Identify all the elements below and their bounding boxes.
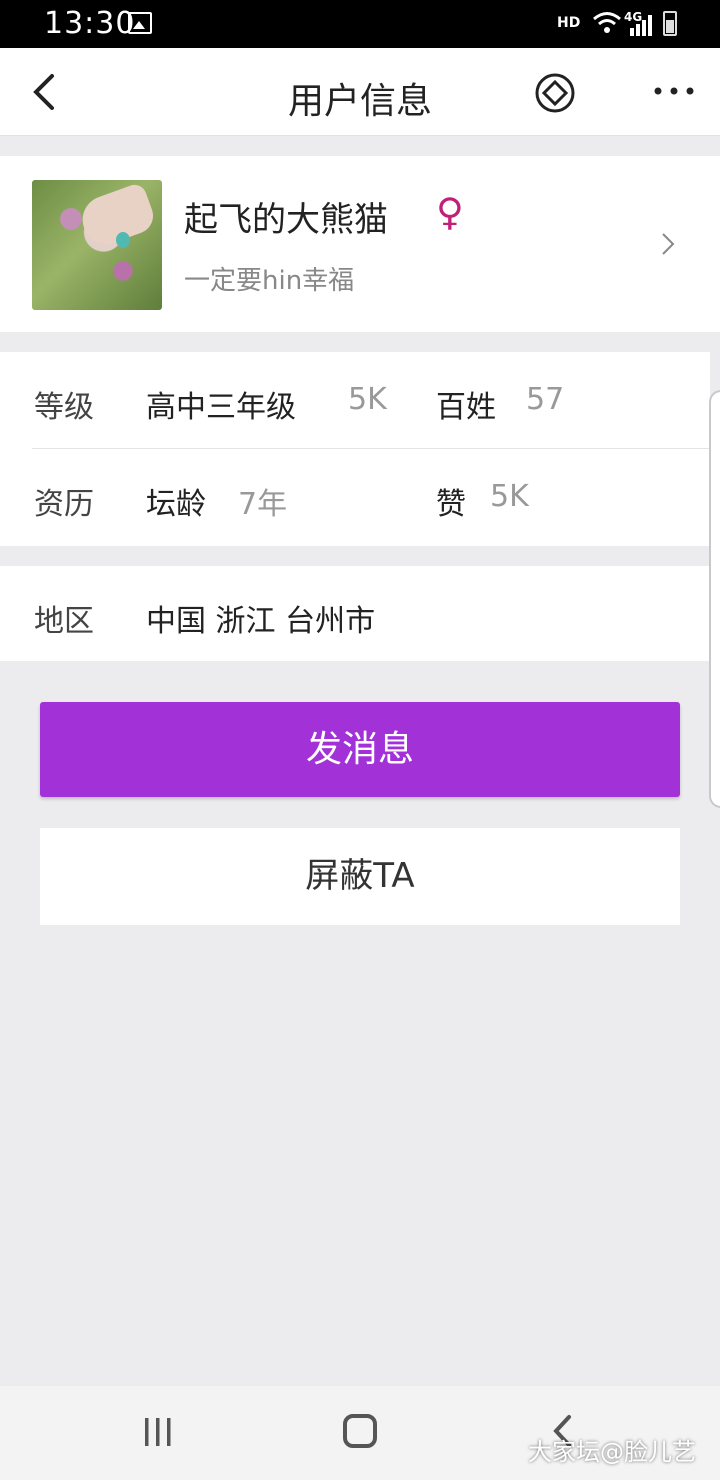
diamond-icon[interactable] — [534, 72, 576, 114]
region-card: 地区 中国 浙江 台州市 — [0, 566, 710, 661]
region-value: 中国 浙江 台州市 — [146, 604, 376, 639]
likes-count: 5K — [490, 479, 529, 514]
avatar[interactable] — [32, 180, 162, 310]
gallery-notification-icon — [128, 12, 152, 34]
signal-icon — [630, 15, 652, 36]
forum-age-label: 坛龄 — [146, 487, 206, 522]
history-row: 资历 坛龄 7年 赞 5K — [0, 449, 710, 545]
avatar-bead-shape — [116, 232, 130, 248]
forum-age-value: 7年 — [238, 487, 288, 522]
level-count: 5K — [348, 382, 387, 417]
send-message-button[interactable]: 发消息 — [40, 702, 680, 797]
stats-card: 等级 高中三年级 5K 百姓 57 资历 坛龄 7年 赞 5K — [0, 352, 710, 546]
battery-icon — [663, 11, 677, 36]
level-label: 等级 — [34, 390, 94, 425]
username: 起飞的大熊猫 — [184, 200, 388, 240]
hd-indicator: HD — [557, 15, 581, 31]
profile-card[interactable]: 起飞的大熊猫 ♀ 一定要hin幸福 — [0, 156, 720, 332]
female-gender-icon: ♀ — [436, 190, 464, 234]
page-title: 用户信息 — [287, 81, 432, 122]
more-options-icon[interactable] — [652, 76, 696, 106]
region-label: 地区 — [34, 604, 94, 639]
wifi-icon — [593, 12, 621, 33]
watermark-text: 大家坛@脸儿艺 — [528, 1438, 696, 1466]
top-nav-bar: 用户信息 — [0, 48, 720, 136]
recent-apps-icon[interactable] — [142, 1416, 174, 1448]
history-label: 资历 — [34, 487, 94, 522]
home-icon[interactable] — [343, 1414, 377, 1448]
user-signature: 一定要hin幸福 — [184, 266, 355, 296]
chevron-right-icon[interactable] — [658, 230, 678, 258]
baixing-count: 57 — [526, 382, 565, 417]
level-row: 等级 高中三年级 5K 百姓 57 — [0, 352, 710, 449]
status-bar: 13:30 HD 4G — [0, 0, 720, 48]
status-time: 13:30 — [44, 6, 136, 41]
baixing-label: 百姓 — [436, 390, 496, 425]
block-user-button[interactable]: 屏蔽TA — [40, 828, 680, 925]
level-value: 高中三年级 — [146, 390, 296, 425]
edge-panel-handle[interactable] — [709, 390, 720, 808]
likes-label: 赞 — [436, 487, 466, 522]
